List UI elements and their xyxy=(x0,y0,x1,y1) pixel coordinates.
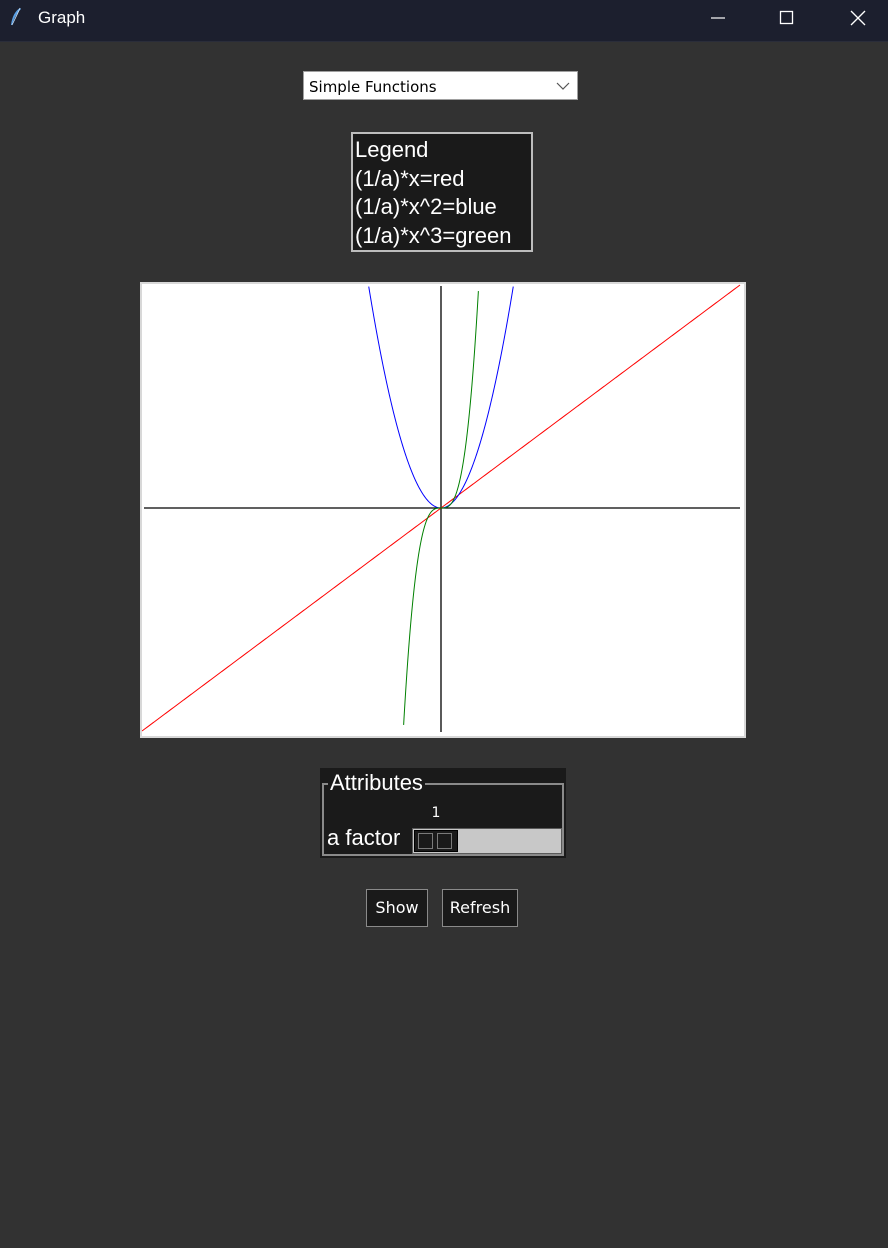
maximize-button[interactable] xyxy=(757,0,817,36)
title-bar: Graph xyxy=(0,0,888,42)
attributes-title: Attributes xyxy=(328,770,425,796)
attributes-frame: Attributes 1 a factor xyxy=(320,768,566,858)
graph-window: Graph Simple Functions Legend (1/a)*x=re… xyxy=(0,0,888,1248)
legend-heading: Legend xyxy=(355,137,429,162)
legend-item-green: (1/a)*x^3=green xyxy=(355,222,512,248)
slider-handle[interactable] xyxy=(414,830,458,852)
function-select-value: Simple Functions xyxy=(309,78,437,96)
maximize-icon xyxy=(779,10,794,25)
legend-box: Legend (1/a)*x=red (1/a)*x^2=blue (1/a)*… xyxy=(351,132,533,252)
a-factor-slider[interactable] xyxy=(412,828,562,854)
legend-item-blue: (1/a)*x^2=blue xyxy=(355,194,497,219)
close-button[interactable] xyxy=(828,0,888,36)
feather-icon xyxy=(11,7,21,26)
a-factor-label: a factor xyxy=(327,825,401,850)
function-select[interactable]: Simple Functions xyxy=(303,71,578,100)
minimize-button[interactable] xyxy=(688,0,748,36)
legend-item-red: (1/a)*x=red xyxy=(355,165,465,191)
refresh-button[interactable]: Refresh xyxy=(442,889,518,927)
graph-canvas xyxy=(140,282,746,738)
plot-svg xyxy=(142,284,741,732)
minimize-icon xyxy=(711,17,725,19)
show-button[interactable]: Show xyxy=(366,889,428,927)
window-title: Graph xyxy=(38,8,86,27)
chevron-down-icon xyxy=(556,82,570,90)
close-icon xyxy=(850,10,866,26)
slider-value: 1 xyxy=(431,805,441,821)
